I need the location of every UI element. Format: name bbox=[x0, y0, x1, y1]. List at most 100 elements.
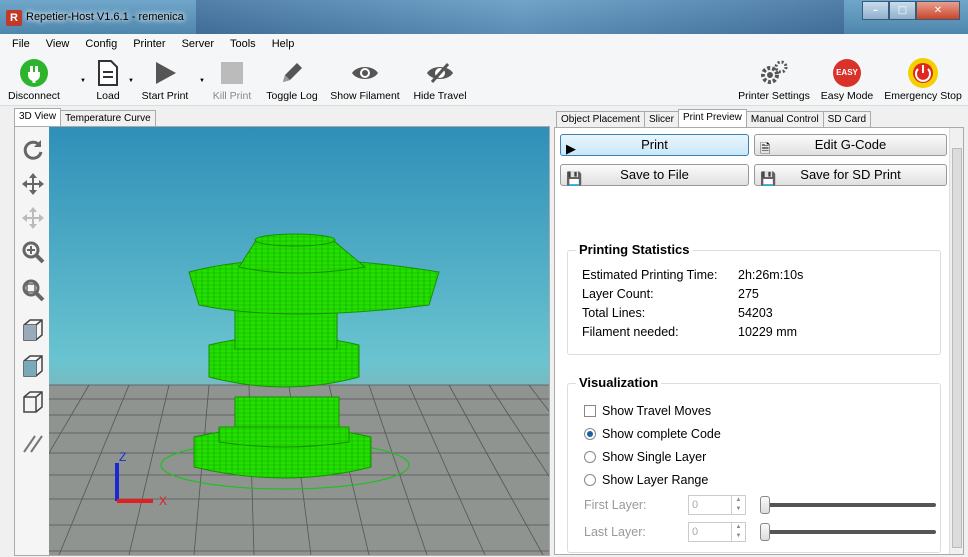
minimize-button[interactable]: – bbox=[862, 1, 889, 20]
save-to-file-button[interactable]: 💾 Save to File bbox=[560, 164, 749, 186]
printing-statistics-group: Printing Statistics Estimated Printing T… bbox=[567, 242, 941, 355]
move-view-button[interactable] bbox=[20, 171, 46, 197]
iso-view-button[interactable] bbox=[20, 317, 46, 343]
radio-unselected bbox=[584, 474, 596, 486]
menu-server[interactable]: Server bbox=[174, 38, 222, 50]
last-layer-slider[interactable] bbox=[760, 522, 936, 542]
radio-selected bbox=[584, 428, 596, 440]
checkbox-box bbox=[584, 405, 596, 417]
front-view-button[interactable] bbox=[20, 353, 46, 379]
reset-view-button[interactable] bbox=[20, 137, 46, 163]
menu-tools[interactable]: Tools bbox=[222, 38, 264, 50]
load-button[interactable]: Load bbox=[88, 56, 128, 104]
show-single-radio[interactable]: Show Single Layer bbox=[584, 450, 706, 464]
stat-value: 54203 bbox=[738, 306, 773, 320]
stat-value: 275 bbox=[738, 287, 759, 301]
rotate-icon bbox=[23, 140, 43, 160]
radio-unselected bbox=[584, 451, 596, 463]
side-view-button[interactable] bbox=[20, 389, 46, 415]
pencil-icon bbox=[283, 63, 302, 82]
tab-print-preview[interactable]: Print Preview bbox=[677, 109, 747, 127]
right-tab-bar: Object Placement Slicer Print Preview Ma… bbox=[556, 109, 872, 127]
play-icon bbox=[156, 62, 176, 84]
menu-config[interactable]: Config bbox=[77, 38, 125, 50]
kill-print-button[interactable]: Kill Print bbox=[208, 56, 256, 104]
spinner-arrows-icon[interactable]: ▲ ▼ bbox=[731, 496, 745, 514]
document-icon bbox=[98, 60, 118, 86]
parallel-lines-icon bbox=[23, 435, 43, 453]
z-axis-label: Z bbox=[119, 450, 126, 464]
edit-gcode-button[interactable]: 🗎 Edit G-Code bbox=[754, 134, 947, 156]
menu-bar: File View Config Printer Server Tools He… bbox=[0, 34, 968, 54]
menu-file[interactable]: File bbox=[4, 38, 38, 50]
cube-front-icon bbox=[23, 355, 43, 377]
spinner-arrows-icon[interactable]: ▲ ▼ bbox=[731, 523, 745, 541]
cube-side-icon bbox=[23, 391, 43, 413]
chevron-down-icon[interactable]: ▼ bbox=[199, 78, 205, 84]
menu-help[interactable]: Help bbox=[264, 38, 303, 50]
x-axis-label: X bbox=[159, 494, 167, 508]
visualization-group: Visualization Show Travel Moves Show com… bbox=[567, 375, 941, 553]
window-controls: – □ ✕ bbox=[862, 1, 960, 20]
easy-mode-button[interactable]: EASY Easy Mode bbox=[818, 56, 876, 104]
cube-iso-icon bbox=[23, 319, 43, 341]
3d-viewport[interactable]: Z X bbox=[49, 127, 549, 555]
save-sd-print-button[interactable]: 💾 Save for SD Print bbox=[754, 164, 947, 186]
stat-label: Estimated Printing Time: bbox=[582, 268, 718, 282]
zoom-button[interactable] bbox=[20, 239, 46, 265]
printer-settings-button[interactable]: Printer Settings bbox=[732, 56, 816, 104]
first-layer-spinner[interactable]: 0 ▲ ▼ bbox=[688, 495, 746, 515]
vertical-scrollbar[interactable] bbox=[949, 128, 963, 554]
menu-view[interactable]: View bbox=[38, 38, 78, 50]
parallel-view-button[interactable] bbox=[20, 431, 46, 457]
tab-manual-control[interactable]: Manual Control bbox=[745, 111, 824, 127]
menu-printer[interactable]: Printer bbox=[125, 38, 173, 50]
fit-view-button[interactable] bbox=[20, 277, 46, 303]
play-icon: ▶ bbox=[566, 141, 576, 156]
print-preview-panel: ▶ Print 🗎 Edit G-Code 💾 Save to File 💾 Save … bbox=[554, 127, 964, 555]
chevron-down-icon[interactable]: ▼ bbox=[128, 78, 134, 84]
toggle-log-button[interactable]: Toggle Log bbox=[262, 56, 322, 104]
show-filament-button[interactable]: Show Filament bbox=[327, 56, 403, 104]
zoom-in-icon bbox=[22, 241, 45, 264]
show-range-radio[interactable]: Show Layer Range bbox=[584, 473, 708, 487]
window-title: Repetier-Host V1.6.1 - remenica bbox=[26, 11, 184, 23]
tab-3d-view[interactable]: 3D View bbox=[14, 108, 62, 126]
tab-sd-card[interactable]: SD Card bbox=[822, 111, 872, 127]
zoom-fit-icon bbox=[22, 279, 45, 302]
first-layer-slider[interactable] bbox=[760, 495, 936, 515]
tab-object-placement[interactable]: Object Placement bbox=[556, 111, 645, 127]
scrollbar-thumb[interactable] bbox=[952, 148, 962, 548]
hide-travel-button[interactable]: Hide Travel bbox=[408, 56, 472, 104]
easy-badge-icon: EASY bbox=[833, 59, 861, 87]
move-object-button[interactable] bbox=[20, 205, 46, 231]
gears-icon bbox=[761, 60, 788, 84]
disconnect-button[interactable]: Disconnect bbox=[2, 56, 66, 104]
stat-value: 2h:26m:10s bbox=[738, 268, 804, 282]
eye-icon bbox=[352, 67, 378, 79]
app-icon: R bbox=[6, 10, 22, 26]
move-object-icon bbox=[22, 207, 44, 229]
document-icon: 🗎 bbox=[760, 141, 771, 156]
slider-handle[interactable] bbox=[760, 523, 770, 541]
print-button[interactable]: ▶ Print bbox=[560, 134, 749, 156]
close-button[interactable]: ✕ bbox=[916, 1, 960, 20]
slider-handle[interactable] bbox=[760, 496, 770, 514]
emergency-stop-icon bbox=[908, 58, 938, 88]
maximize-button[interactable]: □ bbox=[889, 1, 916, 20]
view-toolbar bbox=[15, 127, 49, 555]
printing-statistics-title: Printing Statistics bbox=[576, 242, 693, 257]
left-tab-bar: 3D View Temperature Curve bbox=[14, 108, 156, 126]
start-print-button[interactable]: Start Print bbox=[138, 56, 192, 104]
last-layer-spinner[interactable]: 0 ▲ ▼ bbox=[688, 522, 746, 542]
show-complete-radio[interactable]: Show complete Code bbox=[584, 427, 721, 441]
toolbar: Disconnect ▼ Load ▼ Start Print ▼ Kill P… bbox=[0, 54, 968, 106]
tab-slicer[interactable]: Slicer bbox=[643, 111, 679, 127]
eye-slash-icon bbox=[427, 63, 453, 83]
title-bar: R Repetier-Host V1.6.1 - remenica – □ ✕ bbox=[0, 0, 968, 34]
first-layer-label: First Layer: bbox=[584, 498, 647, 512]
show-travel-checkbox[interactable]: Show Travel Moves bbox=[584, 404, 711, 418]
tab-temperature-curve[interactable]: Temperature Curve bbox=[60, 110, 156, 126]
chevron-down-icon[interactable]: ▼ bbox=[80, 78, 86, 84]
emergency-stop-button[interactable]: Emergency Stop bbox=[880, 56, 966, 104]
